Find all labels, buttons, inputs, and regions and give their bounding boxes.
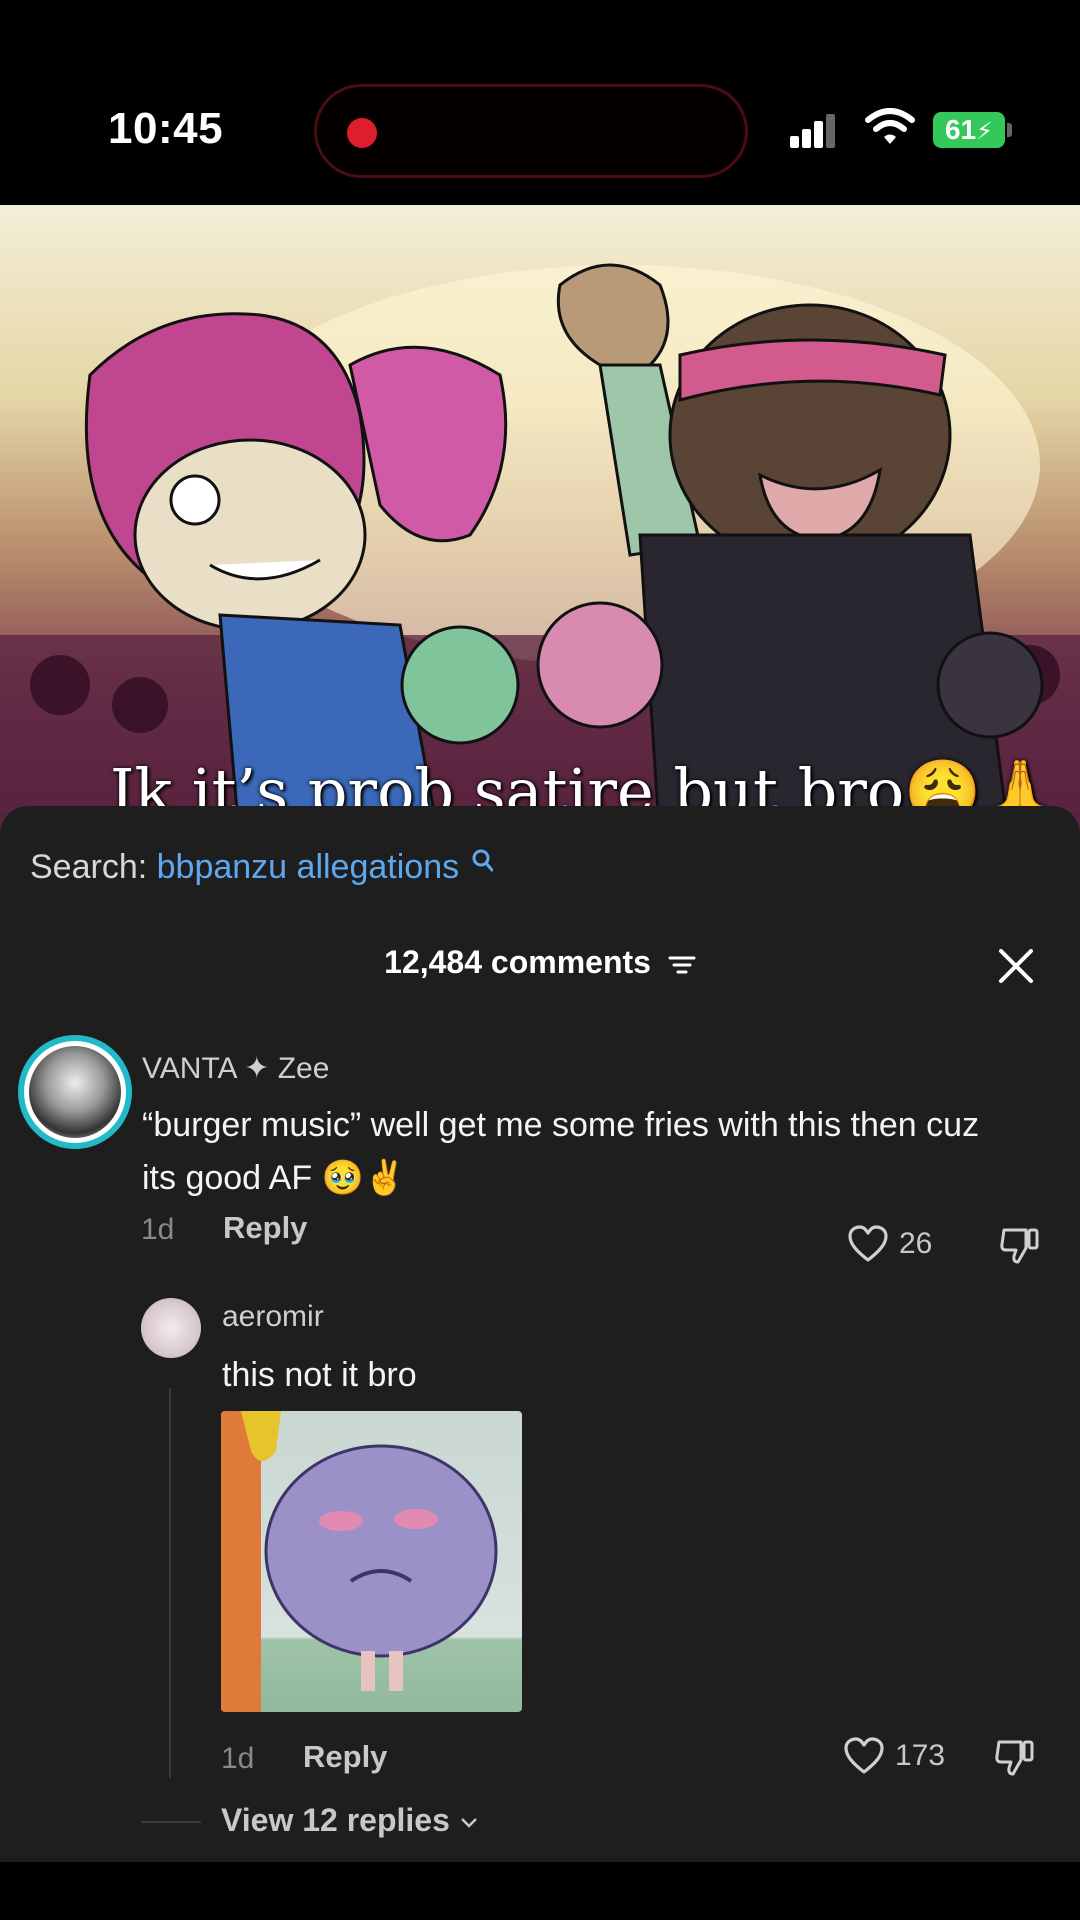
battery-cap [1007, 123, 1012, 137]
status-bar: 10:45 61⚡ [0, 0, 1080, 205]
heart-icon [848, 1225, 888, 1262]
reply-like-button[interactable]: 173 [843, 1736, 945, 1776]
thread-line [169, 1388, 171, 1778]
view-replies-divider [141, 1821, 201, 1823]
thumbs-down-icon[interactable] [993, 1736, 1035, 1778]
cellular-signal-icon [790, 112, 836, 148]
reply-reply-button[interactable]: Reply [303, 1739, 387, 1775]
search-icon [472, 849, 493, 872]
heart-icon [844, 1737, 884, 1774]
comment-text: “burger music” well get me some fries wi… [142, 1106, 980, 1197]
like-count: 26 [899, 1227, 933, 1260]
comment-age: 1d [141, 1213, 175, 1246]
reply-button[interactable]: Reply [223, 1210, 307, 1246]
search-label: Search: [30, 848, 148, 886]
reply-image[interactable] [221, 1411, 522, 1712]
filter-icon[interactable] [668, 953, 696, 977]
reply-avatar[interactable] [141, 1298, 201, 1358]
comments-count: 12,484 comments [384, 944, 651, 980]
brain-character-image [221, 1411, 498, 1712]
search-query-link[interactable]: bbpanzu allegations [157, 848, 459, 886]
thumbs-down-icon[interactable] [998, 1224, 1040, 1266]
status-time: 10:45 [108, 104, 224, 153]
avatar[interactable] [18, 1035, 132, 1149]
reply-text: this not it bro [222, 1356, 417, 1394]
close-icon[interactable] [996, 946, 1036, 986]
wifi-icon [865, 108, 915, 144]
video-frame-art [0, 263, 1080, 845]
reply-like-count: 173 [895, 1739, 946, 1772]
search-suggestion[interactable]: Search: bbpanzu allegations [30, 848, 493, 887]
reply-age: 1d [221, 1742, 255, 1775]
comment-username[interactable]: VANTA ✦ Zee [142, 1051, 329, 1086]
view-replies-label: View 12 replies [221, 1802, 450, 1838]
battery-level: 61 [944, 114, 977, 145]
comment-username-text: VANTA ✦ Zee [142, 1052, 330, 1085]
view-replies-button[interactable]: View 12 replies [221, 1802, 479, 1839]
reply-username[interactable]: aeromir [222, 1300, 324, 1334]
bottom-bar [0, 1862, 1080, 1920]
dynamic-island[interactable] [314, 84, 748, 178]
comments-count-header[interactable]: 12,484 comments [0, 944, 1080, 981]
comments-sheet: Search: bbpanzu allegations 12,484 comme… [0, 806, 1080, 1862]
chevron-down-icon [460, 1817, 477, 1828]
battery-icon: 61⚡ [933, 112, 1005, 148]
like-button[interactable]: 26 [847, 1224, 932, 1264]
recording-dot-icon [347, 118, 377, 148]
video-player[interactable]: Ik it’s prob satire but bro😩🙏 [0, 205, 1080, 845]
